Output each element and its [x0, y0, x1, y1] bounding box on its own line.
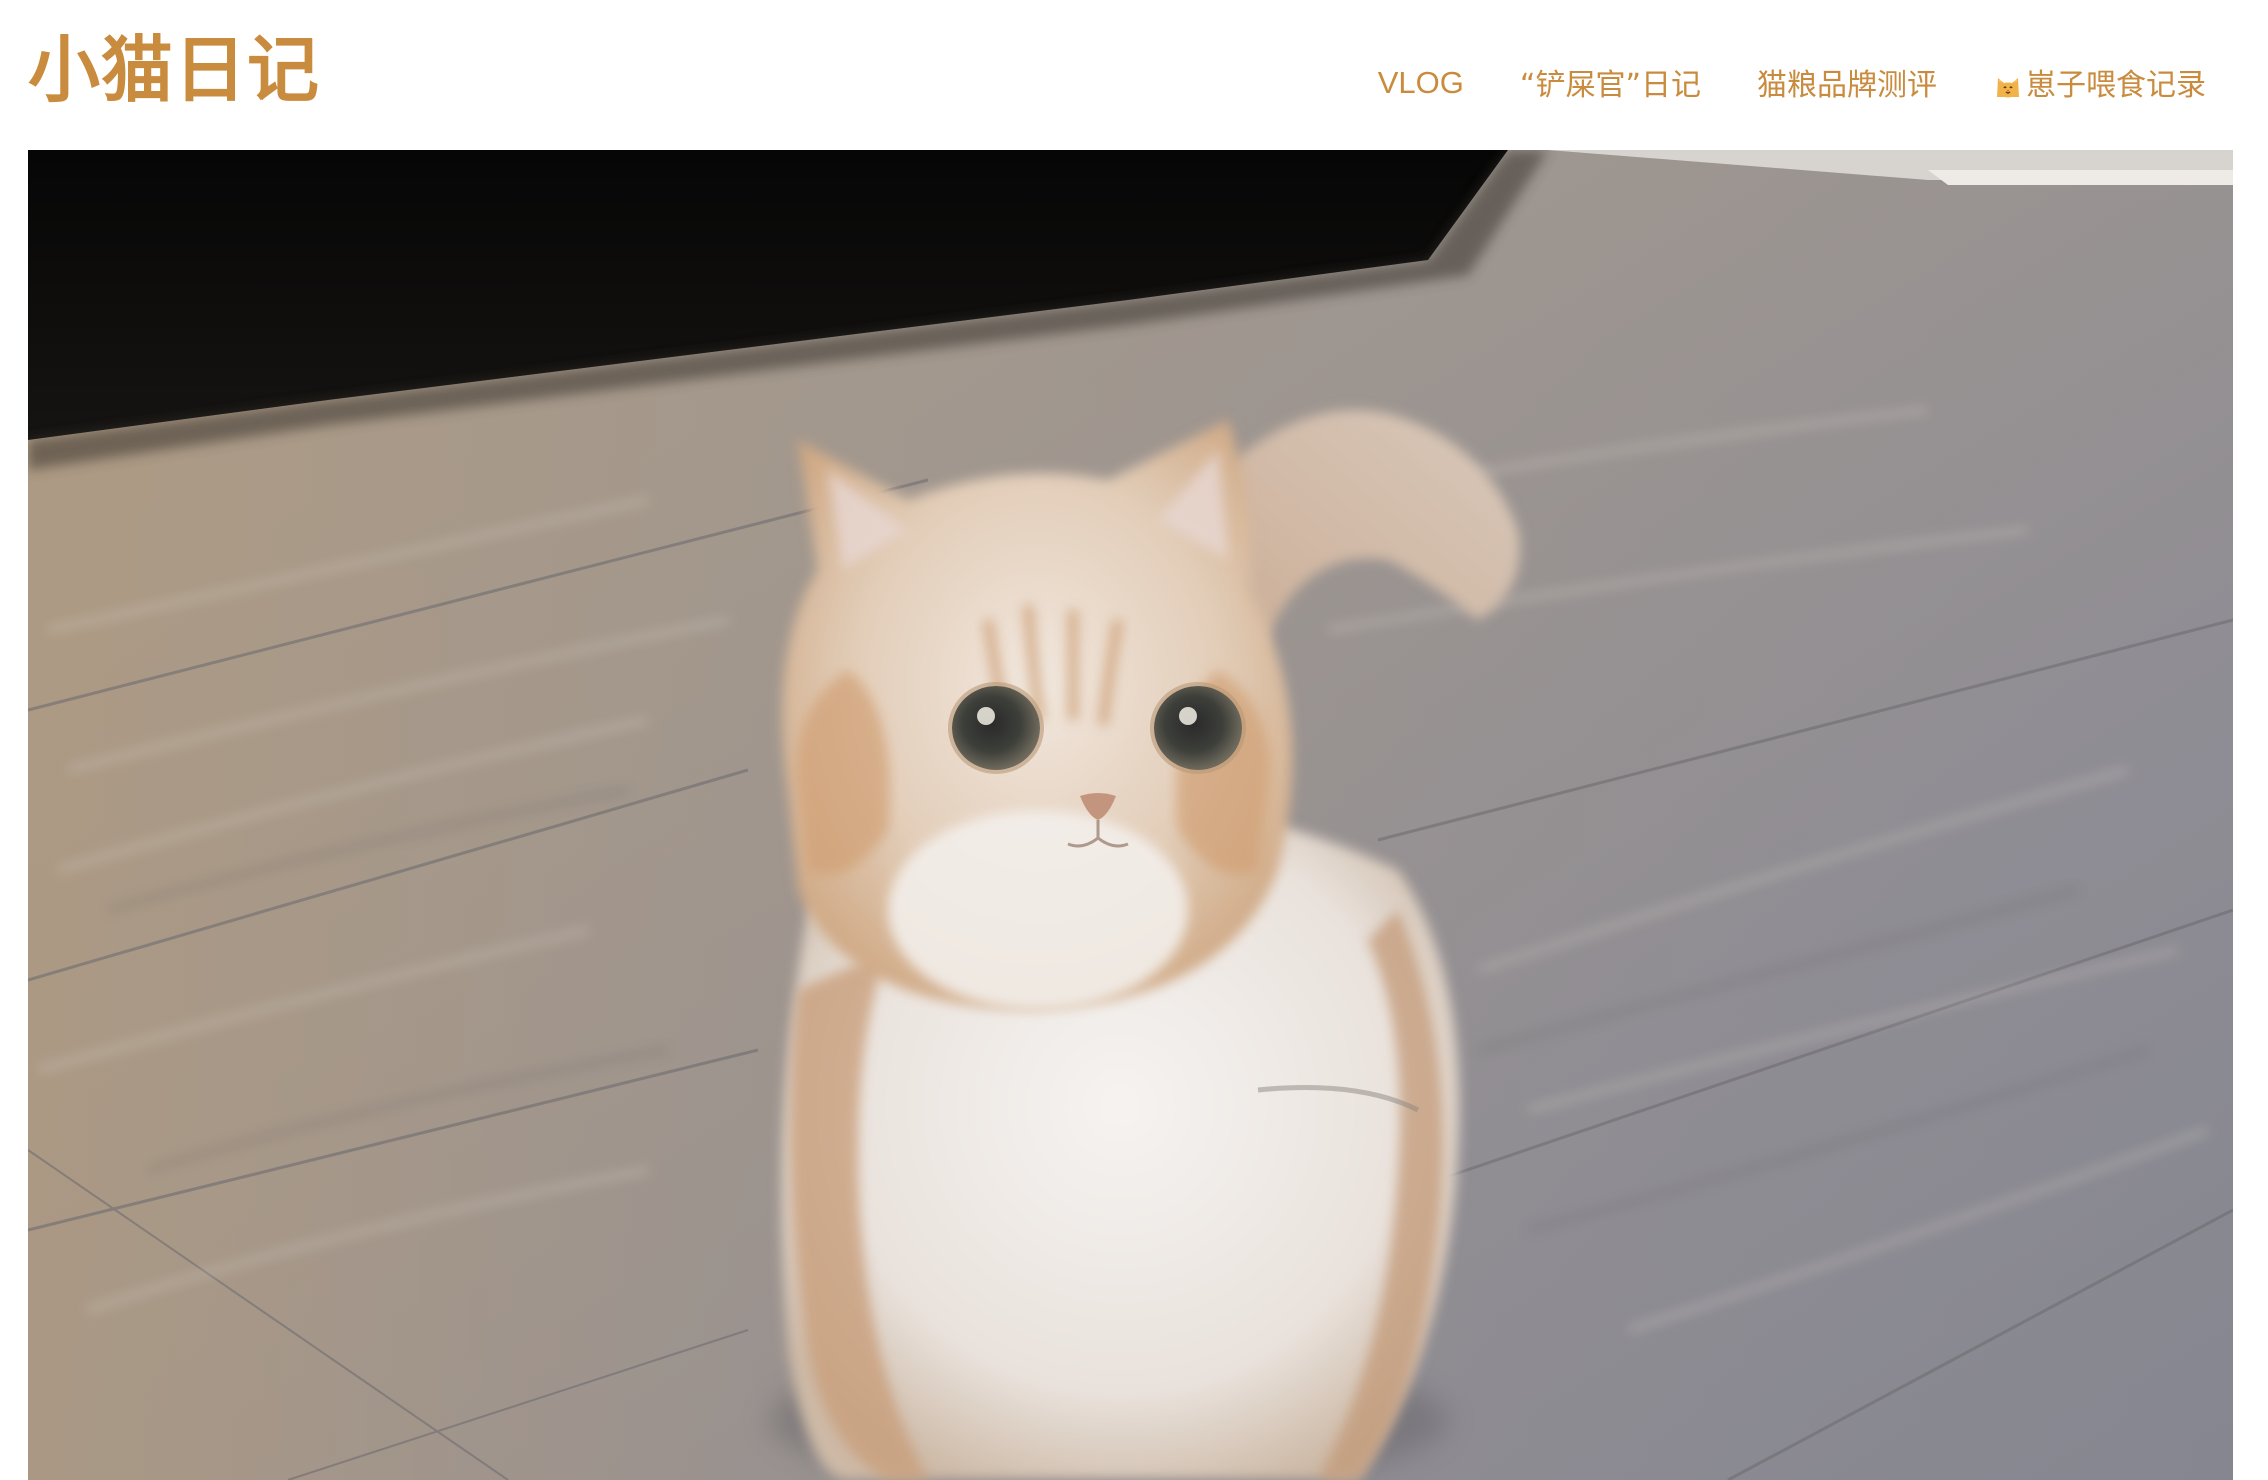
- nav-item-feeding-log-label: 崽子喂食记录: [2026, 68, 2206, 103]
- hero-image: [28, 150, 2233, 1480]
- page: 小猫日记 VLOG “铲屎官”日记 猫粮品牌测评 崽子喂食记录: [0, 0, 2268, 1480]
- main-nav: VLOG “铲屎官”日记 猫粮品牌测评 崽子喂食记录: [1378, 58, 2206, 114]
- site-header: 小猫日记 VLOG “铲屎官”日记 猫粮品牌测评 崽子喂食记录: [0, 0, 2268, 150]
- site-title[interactable]: 小猫日记: [28, 20, 320, 120]
- nav-item-feeding-log[interactable]: 崽子喂食记录: [1993, 58, 2206, 114]
- nav-item-food-review[interactable]: 猫粮品牌测评: [1757, 58, 1937, 114]
- nav-item-vlog[interactable]: VLOG: [1378, 55, 1464, 111]
- nav-item-owner-diary[interactable]: “铲屎官”日记: [1520, 58, 1701, 114]
- kitten-photo: [28, 150, 2233, 1480]
- cat-face-icon: [1997, 78, 2019, 98]
